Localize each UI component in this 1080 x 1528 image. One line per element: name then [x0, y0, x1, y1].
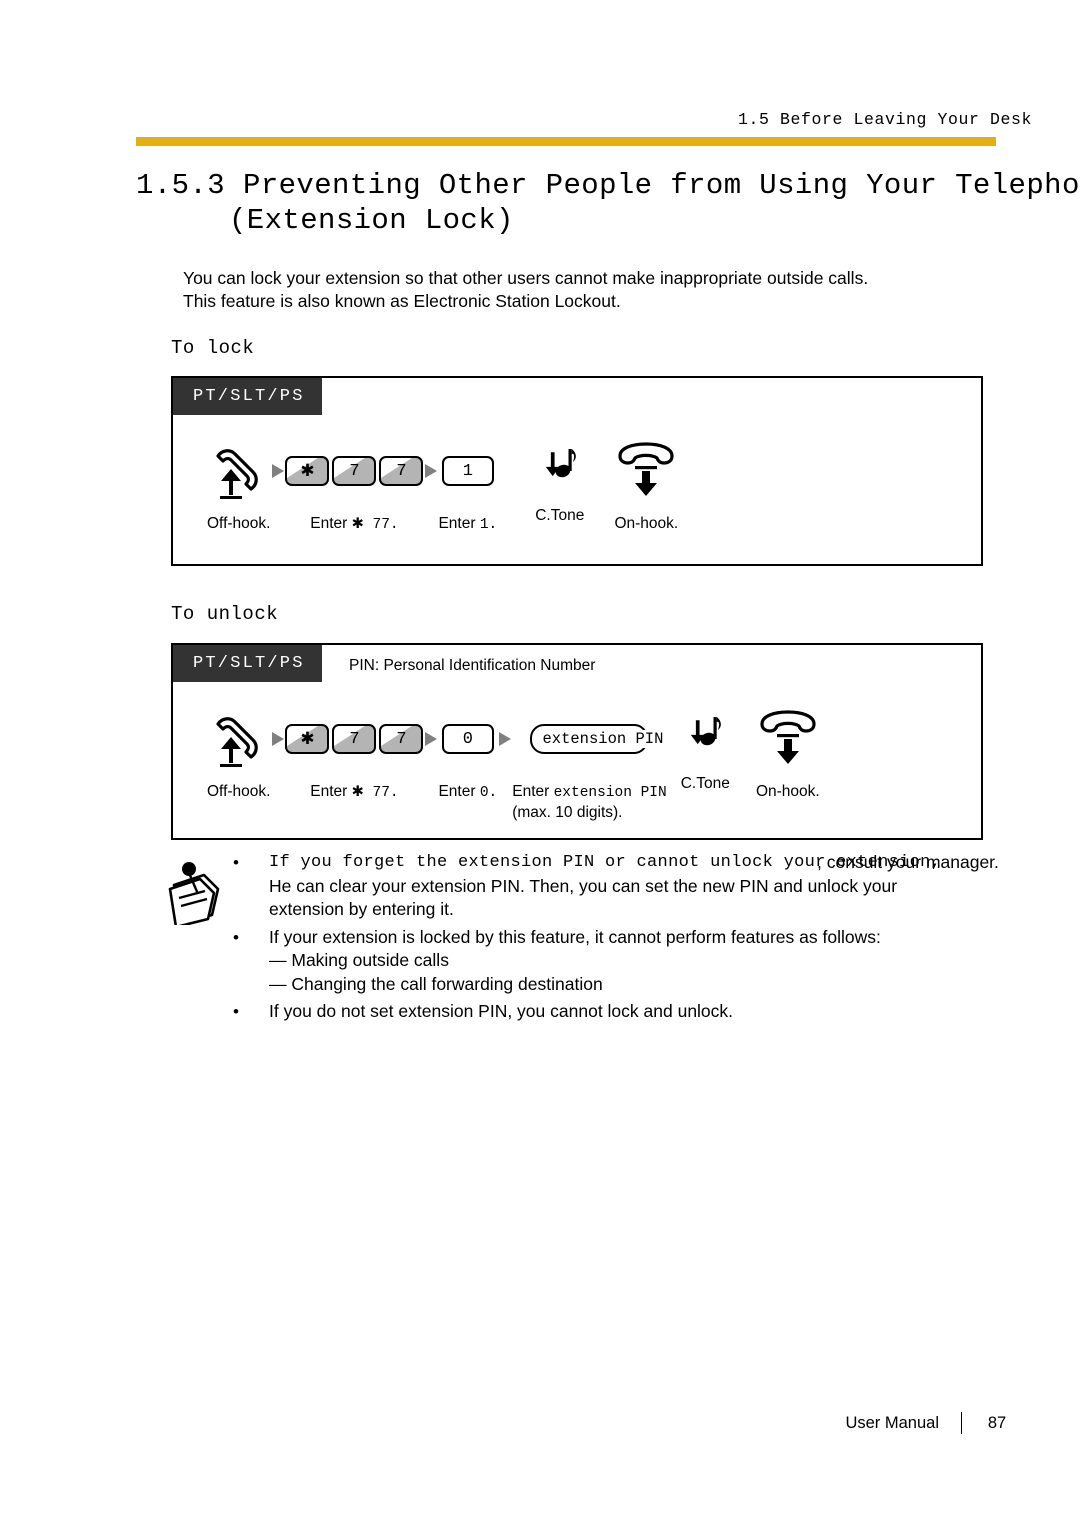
note-sub-item: — Changing the call forwarding destinati…	[269, 973, 603, 994]
extension-pin-value: extension PIN	[542, 730, 664, 748]
step-caption-enter-1: Enter 1.	[438, 515, 498, 533]
flow-arrow-icon	[270, 708, 285, 770]
step-caption-on-hook: On-hook.	[614, 515, 679, 532]
page-title: 1.5.3 Preventing Other People from Using …	[136, 168, 1080, 238]
off-hook-handset-icon	[208, 440, 270, 502]
manual-label: User Manual	[845, 1413, 939, 1432]
page-number: 87	[987, 1413, 1007, 1432]
step-enter-extension-pin: extension PIN Enter extension PIN (max. …	[512, 708, 667, 822]
to-unlock-step-flow: Off-hook. ✱ 7 7 Enter ✱ 77. 0 Enter 0. e…	[207, 708, 820, 822]
header-rule	[136, 137, 996, 146]
step-on-hook: On-hook.	[614, 440, 678, 533]
step-caption-off-hook: Off-hook.	[207, 783, 271, 800]
note-item: • If you do not set extension PIN, you c…	[229, 1000, 1029, 1024]
note-bullet: •	[233, 853, 239, 872]
on-hook-handset-icon	[756, 708, 820, 770]
step-enter-star77: ✱ 7 7 Enter ✱ 77.	[285, 708, 424, 803]
key-7-second[interactable]: 7	[379, 456, 424, 486]
footer-divider	[961, 1412, 962, 1434]
note-text-sans-layer: , consult your manager.	[817, 852, 999, 872]
note-item: • If you forget the extension PIN or can…	[229, 851, 1029, 922]
step-caption-pin-max-digits: (max. 10 digits).	[512, 804, 623, 821]
step-enter-1: 1 Enter 1.	[438, 440, 497, 535]
note-sub-item: — Making outside calls	[269, 950, 449, 970]
key-1[interactable]: 1	[441, 456, 494, 486]
step-enter-star77: ✱ 7 7 Enter ✱ 77.	[285, 440, 424, 535]
step-caption-enter-0: Enter 0.	[438, 783, 498, 801]
to-unlock-heading: To unlock	[171, 603, 279, 625]
flow-arrow-icon	[270, 440, 285, 502]
to-lock-diagram: PT/SLT/PS Off-hook. ✱ 7 7 Enter ✱ 77. 1 …	[171, 376, 983, 566]
to-unlock-diagram: PT/SLT/PS PIN: Personal Identification N…	[171, 643, 983, 840]
document-page: 1.5 Before Leaving Your Desk 1.5.3 Preven…	[0, 0, 1080, 1528]
confirmation-tone-icon	[540, 440, 580, 502]
note-bullet: •	[233, 927, 239, 947]
keypad-star-7-7: ✱ 7 7	[285, 708, 424, 770]
on-hook-handset-icon	[614, 440, 678, 502]
pin-legend: PIN: Personal Identification Number	[349, 657, 596, 674]
step-caption-on-hook: On-hook.	[755, 783, 820, 800]
step-confirmation-tone: C.Tone	[681, 708, 730, 793]
extension-pin-field[interactable]: extension PIN	[530, 724, 664, 754]
pin-entry-box: extension PIN	[530, 708, 664, 770]
key-7-first[interactable]: 7	[332, 456, 377, 486]
note-memo-icon	[160, 855, 228, 929]
intro-paragraph: You can lock your extension so that othe…	[183, 267, 973, 313]
off-hook-handset-icon	[208, 708, 270, 770]
step-caption-confirmation-tone: C.Tone	[680, 775, 730, 792]
key-star[interactable]: ✱	[285, 724, 330, 754]
step-off-hook: Off-hook.	[207, 440, 270, 533]
flow-arrow-icon	[423, 440, 438, 502]
intro-line-1: You can lock your extension so that othe…	[183, 268, 869, 288]
keypad-1: 1	[441, 440, 494, 502]
keypad-star-7-7: ✱ 7 7	[285, 440, 424, 502]
flow-arrow-icon	[423, 708, 438, 770]
section-title-line1: Preventing Other People from Using Your …	[243, 169, 1080, 202]
page-footer: User Manual 87	[0, 1412, 1010, 1434]
step-caption-enter-star77: Enter ✱ 77.	[310, 783, 399, 801]
step-confirmation-tone: C.Tone	[535, 440, 584, 525]
note-overlapping-line: If you forget the extension PIN or canno…	[269, 851, 1029, 875]
step-off-hook: Off-hook.	[207, 708, 270, 801]
running-header: 1.5 Before Leaving Your Desk	[737, 110, 1032, 129]
note-line-2: He can clear your extension PIN. Then, y…	[269, 875, 898, 896]
section-number: 1.5.3	[136, 169, 226, 202]
step-caption-enter-extension-pin: Enter extension PIN (max. 10 digits).	[512, 783, 667, 821]
note-bullet: •	[233, 1002, 239, 1021]
notes-list: • If you forget the extension PIN or can…	[229, 851, 1029, 1028]
key-7-second[interactable]: 7	[379, 724, 424, 754]
flow-arrow-icon	[497, 708, 512, 770]
intro-line-2: This feature is also known as Electronic…	[183, 291, 621, 311]
to-lock-heading: To lock	[171, 337, 255, 359]
note-line-1: If your extension is locked by this feat…	[269, 926, 881, 947]
confirmation-tone-icon	[685, 708, 725, 770]
note-line-1: If you do not set extension PIN, you can…	[269, 1001, 734, 1021]
step-on-hook: On-hook.	[756, 708, 820, 801]
step-caption-confirmation-tone: C.Tone	[535, 507, 585, 524]
to-lock-step-flow: Off-hook. ✱ 7 7 Enter ✱ 77. 1 Enter 1. C…	[207, 440, 678, 535]
key-star[interactable]: ✱	[285, 456, 330, 486]
section-title-line2: (Extension Lock)	[229, 204, 514, 237]
step-enter-0: 0 Enter 0.	[438, 708, 497, 803]
note-line-3: extension by entering it.	[269, 899, 454, 919]
step-caption-enter-star77: Enter ✱ 77.	[310, 515, 399, 533]
keypad-0: 0	[441, 708, 494, 770]
key-0[interactable]: 0	[441, 724, 494, 754]
note-item: • If your extension is locked by this fe…	[229, 926, 1029, 997]
pt-slt-ps-badge: PT/SLT/PS	[173, 378, 322, 415]
pt-slt-ps-badge: PT/SLT/PS	[173, 645, 322, 682]
step-caption-off-hook: Off-hook.	[207, 515, 271, 532]
key-7-first[interactable]: 7	[332, 724, 377, 754]
